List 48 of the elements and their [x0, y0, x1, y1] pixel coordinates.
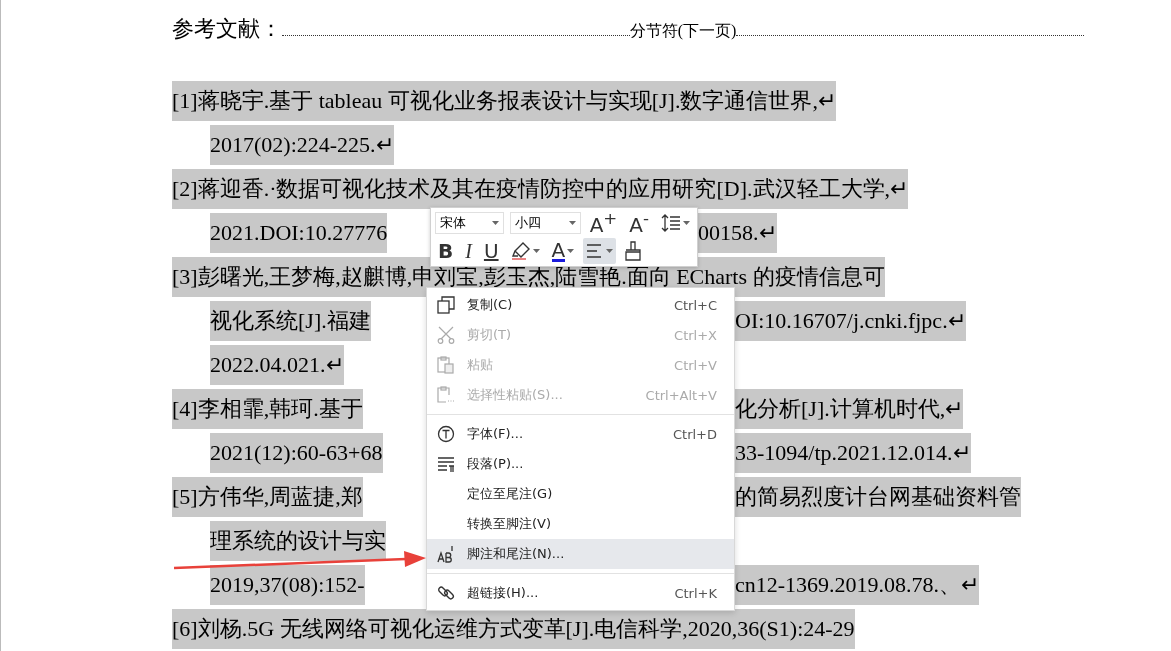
format-painter-icon — [625, 241, 642, 261]
reference-text: 视化系统[J].福建 — [210, 301, 371, 341]
references-heading: 参考文献： — [172, 15, 282, 43]
reference-text: 33-1094/tp.2021.12.014.↵ — [735, 433, 971, 473]
shrink-font-button[interactable]: A$^{-}$ — [626, 210, 652, 236]
grow-font-button[interactable]: A$^{+}$ — [586, 210, 621, 236]
highlighter-icon — [510, 242, 531, 260]
section-break-label: 分节符(下一页) — [629, 21, 737, 42]
copy-icon — [437, 296, 455, 314]
line-spacing-icon — [661, 214, 681, 232]
reference-text: 2019,37(08):152- — [210, 565, 365, 605]
menu-item[interactable]: 脚注和尾注(N)... — [427, 539, 734, 569]
reference-text: 2017(02):224-225.↵ — [210, 125, 394, 165]
caret-icon — [492, 221, 499, 225]
font-size-dropdown[interactable]: 小四 — [510, 212, 581, 234]
caret-icon — [683, 221, 690, 225]
font-icon — [437, 425, 455, 443]
caret-icon — [606, 249, 614, 253]
menu-item[interactable]: 定位至尾注(G) — [427, 479, 734, 509]
reference-text: [2]蒋迎香.·数据可视化技术及其在疫情防控中的应用研究[D].武汉轻工大学,↵ — [172, 169, 909, 209]
align-button[interactable] — [583, 238, 617, 264]
reference-text: 理系统的设计与实 — [210, 521, 386, 561]
reference-text: 2022.04.021.↵ — [210, 345, 344, 385]
font-name-dropdown[interactable]: 宋体 — [435, 212, 504, 234]
reference-text: [4]李相霏,韩珂.基于 — [172, 389, 363, 429]
reference-text: 00158.↵ — [698, 213, 777, 253]
paragraph-icon — [437, 455, 455, 473]
caret-icon — [567, 249, 575, 253]
reference-text: 2021(12):60-63+68 — [210, 433, 383, 473]
menu-item[interactable]: 转换至脚注(V) — [427, 509, 734, 539]
reference-text: [5]方伟华,周蓝捷,郑 — [172, 477, 363, 517]
caret-icon — [568, 221, 576, 225]
scissors-icon — [437, 326, 455, 344]
menu-item[interactable]: 超链接(H)... Ctrl+K — [427, 578, 734, 608]
caret-icon — [532, 249, 540, 253]
reference-text: 化分析[J].计算机时代,↵ — [735, 389, 964, 429]
link-icon — [437, 584, 455, 602]
menu-item[interactable]: 字体(F)... Ctrl+D — [427, 419, 734, 449]
reference-text: 2021.DOI:10.27776 — [210, 213, 388, 253]
reference-text: OI:10.16707/j.cnki.fjpc.↵ — [735, 301, 966, 341]
menu-item[interactable]: 段落(P)... — [427, 449, 734, 479]
clipboard-icon — [437, 356, 455, 374]
reference-text: [1]蒋晓宇.基于 tableau 可视化业务报表设计与实现[J].数字通信世界,↵ — [172, 81, 836, 121]
reference-text: [6]刘杨.5G 无线网络可视化运维方式变革[J].电信科学,2020,36(S1):24-29 — [172, 609, 855, 649]
reference-text: cn12-1369.2019.08.78.、↵ — [735, 565, 980, 605]
footnote-icon — [437, 545, 455, 563]
reference-text: 的简易烈度计台网基础资料管 — [735, 477, 1021, 517]
clipboard-icon — [437, 386, 455, 404]
